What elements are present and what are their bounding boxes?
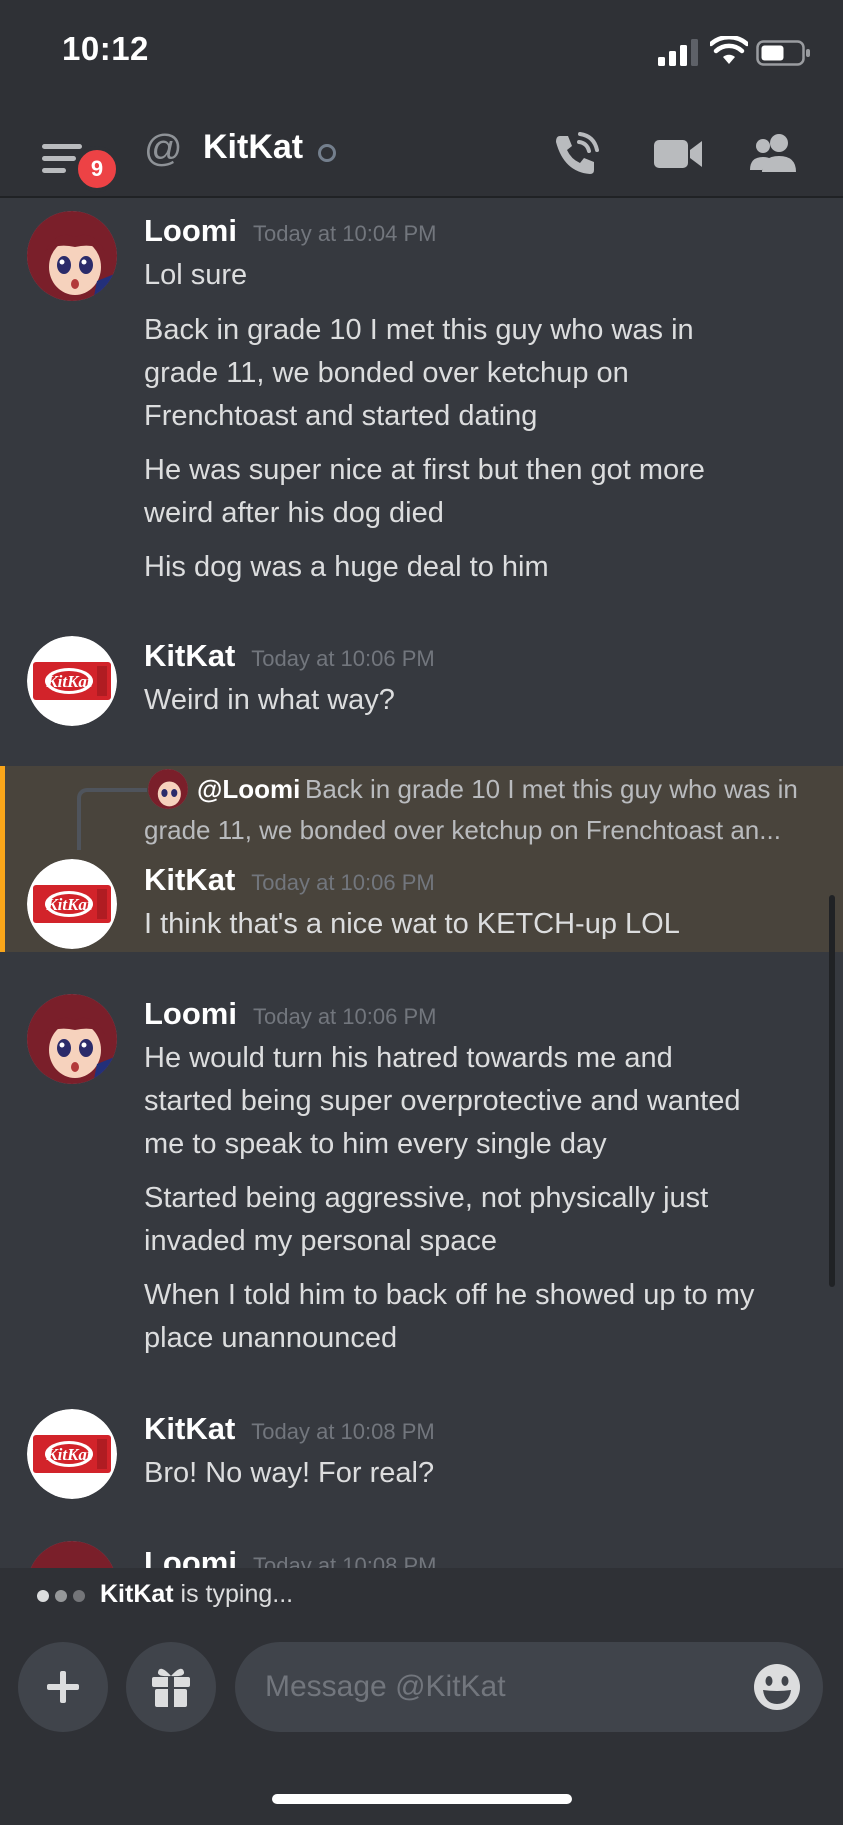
- message-author[interactable]: Loomi Today at 10:04 PM: [144, 213, 436, 249]
- reply-preview[interactable]: grade 11, we bonded over ketchup on Fren…: [144, 815, 781, 846]
- avatar[interactable]: [27, 994, 117, 1084]
- message-text: He was super nice at first but then got …: [144, 454, 705, 486]
- message-timestamp: Today at 10:08 PM: [253, 1553, 437, 1568]
- avatar[interactable]: [27, 211, 117, 301]
- reply-connector: [77, 788, 147, 850]
- message-timestamp: Today at 10:08 PM: [251, 1419, 435, 1444]
- message-composer: [0, 1624, 843, 1825]
- message-text: me to speak to him every single day: [144, 1128, 607, 1160]
- message-list[interactable]: Loomi Today at 10:04 PM Lol sure Back in …: [0, 198, 843, 1568]
- typing-dot-icon: [73, 1590, 85, 1602]
- offline-status-icon: [318, 144, 336, 162]
- status-bar: 10:12: [0, 0, 843, 110]
- highlighted-reply-message[interactable]: @Loomi Back in grade 10 I met this guy w…: [0, 766, 843, 952]
- message-text: Frenchtoast and started dating: [144, 400, 538, 432]
- message-text: I think that's a nice wat to KETCH-up LO…: [144, 908, 680, 940]
- svg-text:KitKat: KitKat: [45, 672, 93, 691]
- home-indicator[interactable]: [272, 1794, 572, 1804]
- message-text: His dog was a huge deal to him: [144, 551, 549, 583]
- phone-call-icon[interactable]: [550, 130, 602, 178]
- svg-text:KitKat: KitKat: [45, 895, 93, 914]
- message-text: Started being aggressive, not physically…: [144, 1182, 709, 1214]
- message-text: weird after his dog died: [144, 497, 444, 529]
- typing-text: KitKat is typing...: [100, 1580, 294, 1608]
- message-text: Back in grade 10 I met this guy who was …: [144, 314, 694, 346]
- avatar[interactable]: KitKat: [27, 859, 117, 949]
- message-text: place unannounced: [144, 1322, 398, 1354]
- message-text: Bro! No way! For real?: [144, 1457, 435, 1489]
- gift-icon: [152, 1668, 190, 1707]
- message-text: invaded my personal space: [144, 1225, 498, 1257]
- message-text: Lol sure: [144, 259, 248, 291]
- channel-name[interactable]: KitKat: [203, 128, 303, 167]
- reply-avatar: [148, 769, 188, 809]
- at-sign-icon: @: [144, 128, 183, 170]
- members-icon[interactable]: [748, 130, 800, 178]
- attach-button[interactable]: [18, 1642, 108, 1732]
- reply-preview[interactable]: Back in grade 10 I met this guy who was …: [305, 774, 798, 805]
- battery-icon: [756, 40, 810, 66]
- scrollbar[interactable]: [829, 895, 835, 1287]
- message-text: started being super overprotective and w…: [144, 1085, 741, 1117]
- message-author[interactable]: KitKat Today at 10:08 PM: [144, 1411, 435, 1447]
- plus-icon: [47, 1671, 79, 1703]
- gift-button[interactable]: [126, 1642, 216, 1732]
- typing-dot-icon: [55, 1590, 67, 1602]
- svg-text:KitKat: KitKat: [45, 1445, 93, 1464]
- message-input[interactable]: [235, 1642, 823, 1732]
- typing-indicator: KitKat is typing...: [0, 1568, 843, 1624]
- emoji-icon[interactable]: [752, 1662, 802, 1712]
- video-camera-icon[interactable]: [652, 130, 704, 178]
- reply-mention[interactable]: @Loomi: [197, 774, 300, 805]
- message-timestamp: Today at 10:06 PM: [251, 646, 435, 671]
- notification-badge: 9: [74, 146, 120, 192]
- message-text: He would turn his hatred towards me and: [144, 1042, 673, 1074]
- message-text: When I told him to back off he showed up…: [144, 1279, 755, 1311]
- message-timestamp: Today at 10:06 PM: [251, 870, 435, 895]
- message-timestamp: Today at 10:06 PM: [253, 1004, 437, 1029]
- message-text: grade 11, we bonded over ketchup on: [144, 357, 629, 389]
- typing-dot-icon: [37, 1590, 49, 1602]
- avatar[interactable]: [27, 1541, 117, 1568]
- message-author[interactable]: KitKat Today at 10:06 PM: [144, 862, 435, 898]
- signal-icon: [658, 39, 698, 66]
- message-author[interactable]: Loomi Today at 10:06 PM: [144, 996, 436, 1032]
- message-author[interactable]: Loomi Today at 10:08 PM: [144, 1545, 436, 1568]
- message-text: Weird in what way?: [144, 684, 395, 716]
- avatar[interactable]: KitKat: [27, 636, 117, 726]
- wifi-icon: [710, 36, 748, 64]
- message-author[interactable]: KitKat Today at 10:06 PM: [144, 638, 435, 674]
- avatar[interactable]: KitKat: [27, 1409, 117, 1499]
- message-timestamp: Today at 10:04 PM: [253, 221, 437, 246]
- channel-header: @ KitKat: [0, 110, 843, 198]
- status-time: 10:12: [62, 30, 149, 67]
